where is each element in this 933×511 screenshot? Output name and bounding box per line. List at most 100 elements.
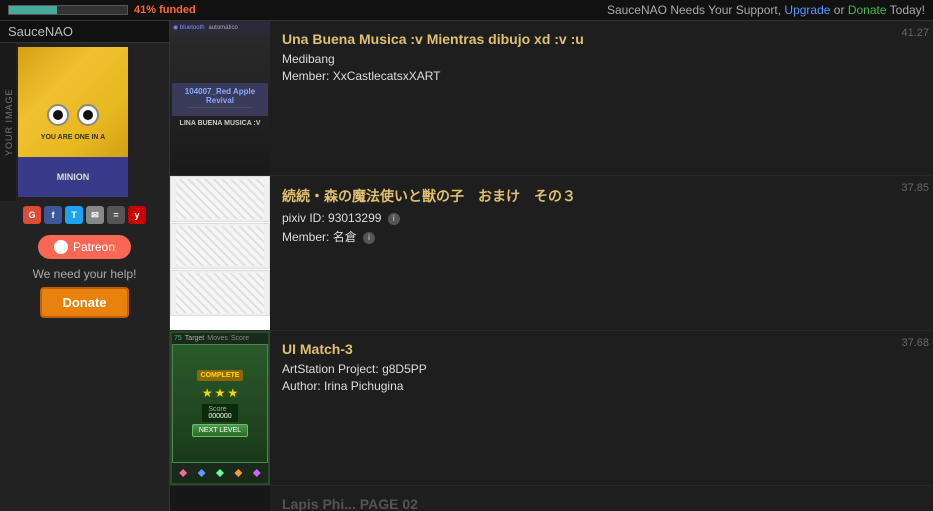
source-label-1: Medibang — [282, 52, 335, 66]
support-message: SauceNAO Needs Your Support, — [607, 3, 781, 17]
member-label-1: Member: — [282, 69, 329, 83]
progress-bar-fill — [9, 6, 57, 14]
member-link-2[interactable]: 名倉 — [333, 230, 357, 244]
source-label-3: ArtStation Project: — [282, 362, 379, 376]
star-2: ★ — [215, 386, 226, 400]
minion-pupil-left — [53, 110, 63, 120]
result-thumbnail-1: ◉ bluetooth automático 104007_Red Apple … — [170, 21, 270, 175]
manga-strip-3 — [170, 270, 270, 316]
gem-green — [216, 469, 224, 477]
member-link-1[interactable]: XxCastlecatsxXART — [333, 69, 441, 83]
complete-banner: COMPLETE — [197, 370, 244, 381]
patreon-label: Patreon — [73, 240, 115, 254]
progress-bar-container — [8, 5, 128, 15]
top-bar-left: 41% funded — [8, 4, 196, 16]
game-header: 75 Target Moves Score — [172, 333, 268, 344]
site-logo: SauceNAO — [8, 24, 73, 39]
result-info-3: UI Match-3 ArtStation Project: g8D5PP Au… — [270, 331, 933, 485]
patreon-icon — [54, 240, 68, 254]
yandex-icon[interactable]: y — [128, 206, 146, 224]
facebook-icon[interactable]: f — [44, 206, 62, 224]
result-thumbnail-3: 75 Target Moves Score COMPLETE ★ ★ ★ Sco… — [170, 331, 270, 485]
source-link-3[interactable]: g8D5PP — [382, 362, 427, 376]
extra-icon[interactable]: = — [107, 206, 125, 224]
manga-strip-1 — [170, 176, 270, 222]
donate-link-top[interactable]: Donate — [848, 3, 887, 17]
source-link-2[interactable]: 93013299 — [328, 211, 381, 225]
result-thumbnail-2 — [170, 176, 270, 330]
result-author-3: Author: Irina Pichugina — [282, 379, 921, 393]
result-member-1: Member: XxCastlecatsxXART — [282, 69, 921, 83]
support-text: We need your help! — [25, 265, 145, 283]
game-complete: COMPLETE ★ ★ ★ Score 000000 NEXT LEVEL — [172, 344, 268, 463]
minion-pupil-right — [83, 110, 93, 120]
mail-icon[interactable]: ✉ — [86, 206, 104, 224]
patreon-button[interactable]: Patreon — [38, 235, 131, 259]
result-title-4: Lapis Phi... PAGE 02 — [282, 496, 921, 511]
minion-text: YOU ARE ONE IN A — [41, 134, 105, 141]
game-bottom — [172, 463, 268, 483]
source-label-2: pixiv ID: — [282, 211, 325, 225]
result-source-1: Medibang — [282, 52, 921, 66]
minion-eye-left — [47, 104, 69, 126]
result-source-3: ArtStation Project: g8D5PP — [282, 362, 921, 376]
sidebar: SauceNAO YOUR IMAGE YOU ARE ONE IN A MIN… — [0, 21, 170, 511]
gem-blue — [198, 469, 206, 477]
gem-orange — [234, 469, 242, 477]
next-level-button[interactable]: NEXT LEVEL — [192, 424, 248, 437]
result-score-3: 37.68 — [901, 337, 929, 349]
funded-text: 41% funded — [134, 4, 196, 16]
member-label-2: Member: — [282, 230, 329, 244]
or-text: or — [834, 3, 848, 17]
result-item-1: ◉ bluetooth automático 104007_Red Apple … — [170, 21, 933, 176]
gem-purple — [253, 469, 261, 477]
today-text: Today! — [890, 3, 925, 17]
result-member-2: Member: 名倉 i — [282, 228, 921, 245]
result-item-2: 続続・森の魔法使いと獣の子 おまけ その３ pixiv ID: 93013299… — [170, 176, 933, 331]
thumb1-top: ◉ bluetooth automático — [170, 21, 270, 34]
sidebar-header: SauceNAO — [0, 21, 169, 43]
social-icons: G f T ✉ = y — [19, 201, 150, 229]
manga-content-3 — [176, 273, 264, 313]
gem-pink — [179, 469, 187, 477]
minion-eye-right — [77, 104, 99, 126]
thumb1-title: LINA BUENA MUSICA :V — [170, 118, 270, 129]
tumblr-icon[interactable]: T — [65, 206, 83, 224]
info-icon-member-2[interactable]: i — [363, 232, 375, 244]
result-item-4: Lapis Phi... PAGE 02 — [170, 486, 933, 511]
author-label-3: Author: — [282, 379, 321, 393]
manga-strip-2 — [170, 223, 270, 269]
stars-row: ★ ★ ★ — [202, 386, 238, 400]
result-score-2: 37.85 — [901, 182, 929, 194]
uploaded-image: YOU ARE ONE IN A MINION — [18, 47, 128, 197]
info-icon-2[interactable]: i — [388, 213, 400, 225]
manga-content-2 — [176, 226, 264, 266]
result-info-1: Una Buena Musica :v Mientras dibujo xd :… — [270, 21, 933, 175]
result-info-4: Lapis Phi... PAGE 02 — [270, 486, 933, 511]
results-area: ◉ bluetooth automático 104007_Red Apple … — [170, 21, 933, 511]
result-title-2[interactable]: 続続・森の魔法使いと獣の子 おまけ その３ — [282, 186, 921, 206]
result-title-1[interactable]: Una Buena Musica :v Mientras dibujo xd :… — [282, 31, 921, 47]
top-bar: 41% funded SauceNAO Needs Your Support, … — [0, 0, 933, 21]
result-source-2: pixiv ID: 93013299 i — [282, 211, 921, 225]
result-title-3[interactable]: UI Match-3 — [282, 341, 921, 357]
result-thumbnail-4 — [170, 486, 270, 511]
minion-bottom: MINION — [18, 157, 128, 197]
score-box: Score 000000 — [202, 404, 237, 422]
result-item-3: 75 Target Moves Score COMPLETE ★ ★ ★ Sco… — [170, 331, 933, 486]
main-image-wrapper: YOUR IMAGE YOU ARE ONE IN A MINION — [0, 43, 169, 201]
your-image-label: YOUR IMAGE — [0, 43, 16, 201]
main-layout: SauceNAO YOUR IMAGE YOU ARE ONE IN A MIN… — [0, 21, 933, 511]
result-score-1: 41.27 — [901, 27, 929, 39]
thumb1-body: 104007_Red Apple Revival ───────────── L… — [170, 34, 270, 175]
result-info-2: 続続・森の魔法使いと獣の子 おまけ その３ pixiv ID: 93013299… — [270, 176, 933, 330]
google-icon[interactable]: G — [23, 206, 41, 224]
author-link-3[interactable]: Irina Pichugina — [324, 379, 403, 393]
star-3: ★ — [227, 386, 238, 400]
donate-button[interactable]: Donate — [40, 287, 128, 318]
top-bar-support: SauceNAO Needs Your Support, Upgrade or … — [607, 3, 925, 17]
minion-eyes — [47, 104, 99, 126]
star-1: ★ — [202, 386, 213, 400]
manga-content-1 — [176, 179, 264, 219]
upgrade-link[interactable]: Upgrade — [784, 3, 830, 17]
